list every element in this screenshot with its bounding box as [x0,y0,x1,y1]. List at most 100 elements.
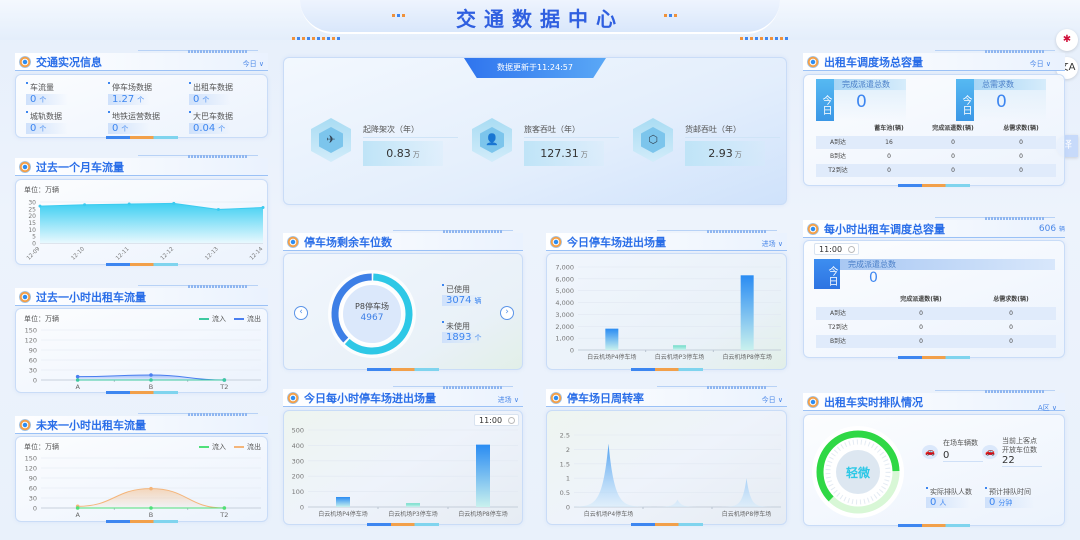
stat-value: 127.31 万 [524,141,604,166]
taxi-capacity-body: 今日 完成派遣总数 0 今日 总需求数 0 蓄车池(辆) 完成派遣数(辆) 总需求数(辆) A到… [803,74,1065,187]
app-logo-button[interactable]: ✱ [1056,29,1078,51]
panel-title: 出租车调度场总容量 [824,56,923,69]
metric-number: 0.04 [193,123,216,134]
panel-title-icon [550,392,562,404]
queue-status: 轻微 [845,466,870,480]
x-tick-label: 白云机场P4停车场 [587,353,636,361]
dropdown-label: 进场 [761,240,776,248]
bar [740,275,754,350]
traffic-info-body: 车流量 0 个停车场数据 1.27 个出租车数据 0 个城轨数据 0 个地铁运营数据 0 个大巴车数… [15,74,268,139]
dropdown-label: 今日 [761,396,776,404]
open-slots-value: 22 [1002,455,1042,467]
header-stripe-decoration [740,37,788,40]
table-header: 蓄车池(辆) 完成派遣数(辆) 总需求数(辆) [816,122,1056,135]
y-tick-label: 10 [28,227,36,234]
stat-hexagon: ⬡ [633,118,673,162]
y-tick-label: 300 [292,457,304,465]
zone-dropdown[interactable]: A区 ∨ [1038,403,1057,413]
x-tick-label: 白云机场P4停车场 [584,510,633,518]
next-hour-chart: 0 30 60 90 120 150 A B T2 [25,455,261,519]
y-tick-label: 0.5 [560,489,570,497]
bar [406,503,420,507]
x-tick-label: 白云机场P8停车场 [722,353,771,361]
header-decoration [657,386,777,390]
total-value: 606 [1038,224,1057,234]
direction-dropdown[interactable]: 进场 ∨ [498,395,519,405]
stat-divider [363,137,458,138]
monthly-flow-body: 单位：万辆 0 5 10 15 20 25 30 12-09 12-10 12-11 12-12 12… [15,179,268,266]
header-decoration [138,285,258,289]
panel-strip-decoration [630,368,703,371]
wait-number: 0 [989,497,996,508]
x-tick-label: 12-13 [204,246,220,262]
table-cell: 0 [887,167,891,174]
used-number: 3074 [446,295,472,306]
parking-turnover-header: 停车场日周转率 今日 ∨ [546,386,787,407]
x-tick-label: 12-11 [115,246,131,262]
header-decoration [138,413,258,417]
data-point [149,373,153,377]
queue-people-value: 0人 [926,497,970,508]
header-decoration [393,386,513,390]
unused-number: 1893 [446,332,472,343]
card-label: 完成派遣总数 [840,259,1055,270]
stat-divider [685,137,780,138]
time-picker[interactable]: 11:00 [814,243,859,255]
lot-total: 4967 [360,313,384,323]
metric-value: 0个 [26,94,68,105]
table-row: B到达 0 0 0 [816,150,1056,163]
traffic-info-header: 交通实况信息 今日 ∨ [15,50,268,71]
data-point [222,378,227,382]
stat-label: 货邮吞吐（年） [685,125,741,134]
data-point [261,205,265,209]
y-tick-label: 2.5 [560,432,570,440]
total-unit: 辆 [1058,226,1065,233]
period-dropdown[interactable]: 今日 ∨ [243,59,264,69]
parking-hourly-header: 今日每小时停车场进出场量 进场 ∨ [283,386,523,407]
x-tick-label: 白云机场P3停车场 [655,353,704,361]
next-hour-header: 未来一小时出租车流量 [15,413,268,434]
y-tick-label: 5 [32,234,36,241]
header-decoration [935,390,1055,394]
y-tick-label: 1 [566,475,570,483]
y-tick-label: 150 [25,327,37,335]
today-tab: 今日 [816,79,834,121]
taxi-hourly-body: 11:00 今日 完成派遣总数 0 完成派遣数(辆) 总需求数(辆) A到达 0 0 T2… [803,240,1065,359]
y-tick-label: 60 [29,357,37,365]
y-tick-label: 400 [292,442,304,450]
title-stripe-decoration [392,14,406,17]
parking-turnover-body: 0 0.5 1 1.5 2 2.5 白云机场P4停车场 白云机场P8停车场 [546,410,787,526]
metric-unit: 个 [202,96,210,104]
panel-title-icon [19,419,31,431]
y-tick-label: 0 [570,347,574,355]
table-cell: 16 [885,139,893,146]
car-icon: 🚗 [922,445,938,459]
direction-dropdown[interactable]: 进场 ∨ [762,239,783,249]
panel-title-icon [19,56,31,68]
header-decoration [138,155,258,159]
panel-title: 今日停车场进出场量 [567,236,666,249]
taxi-queue-body: 轻微 🚗 在场车辆数 0 🚗 当前上客点 开放车位数 22 实际排队人数 0人 … [803,414,1065,527]
card-label: 完成派遣总数 [834,79,906,90]
y-tick-label: 90 [29,475,37,483]
taxi-capacity-table: 蓄车池(辆) 完成派遣数(辆) 总需求数(辆) A到达 16 0 0 B到达 0 0 0 T2到达 0 0… [816,122,1056,182]
period-dropdown[interactable]: 今日 ∨ [1030,59,1051,69]
card-body [834,90,906,121]
parking-hourly-chart: 0 100 200 300 400 500 白云机场P4停车场 白云机场P3停车场 白云机场P8… [292,427,518,518]
passenger-icon: 👤 [480,127,504,153]
table-row: T2到达 0 0 0 [816,164,1056,177]
data-point [149,506,153,510]
panel-strip-decoration [105,263,178,266]
x-tick-label: 白云机场P3停车场 [388,510,437,518]
stat-unit: 万 [412,151,420,159]
page-title: 交通数据中心 [456,7,624,31]
metric-value: 0个 [189,94,231,105]
unused-value: 1893 个 [442,332,482,343]
x-tick-label: 白云机场P4停车场 [318,510,367,518]
period-dropdown[interactable]: 今日 ∨ [762,395,783,405]
used-label: 已使用 [442,284,470,295]
time-picker[interactable]: 11:00 [474,414,519,426]
x-tick-label: 12-09 [26,246,42,262]
stat-value: 0.83 万 [363,141,443,166]
table-cell: T2到达 [828,324,848,331]
